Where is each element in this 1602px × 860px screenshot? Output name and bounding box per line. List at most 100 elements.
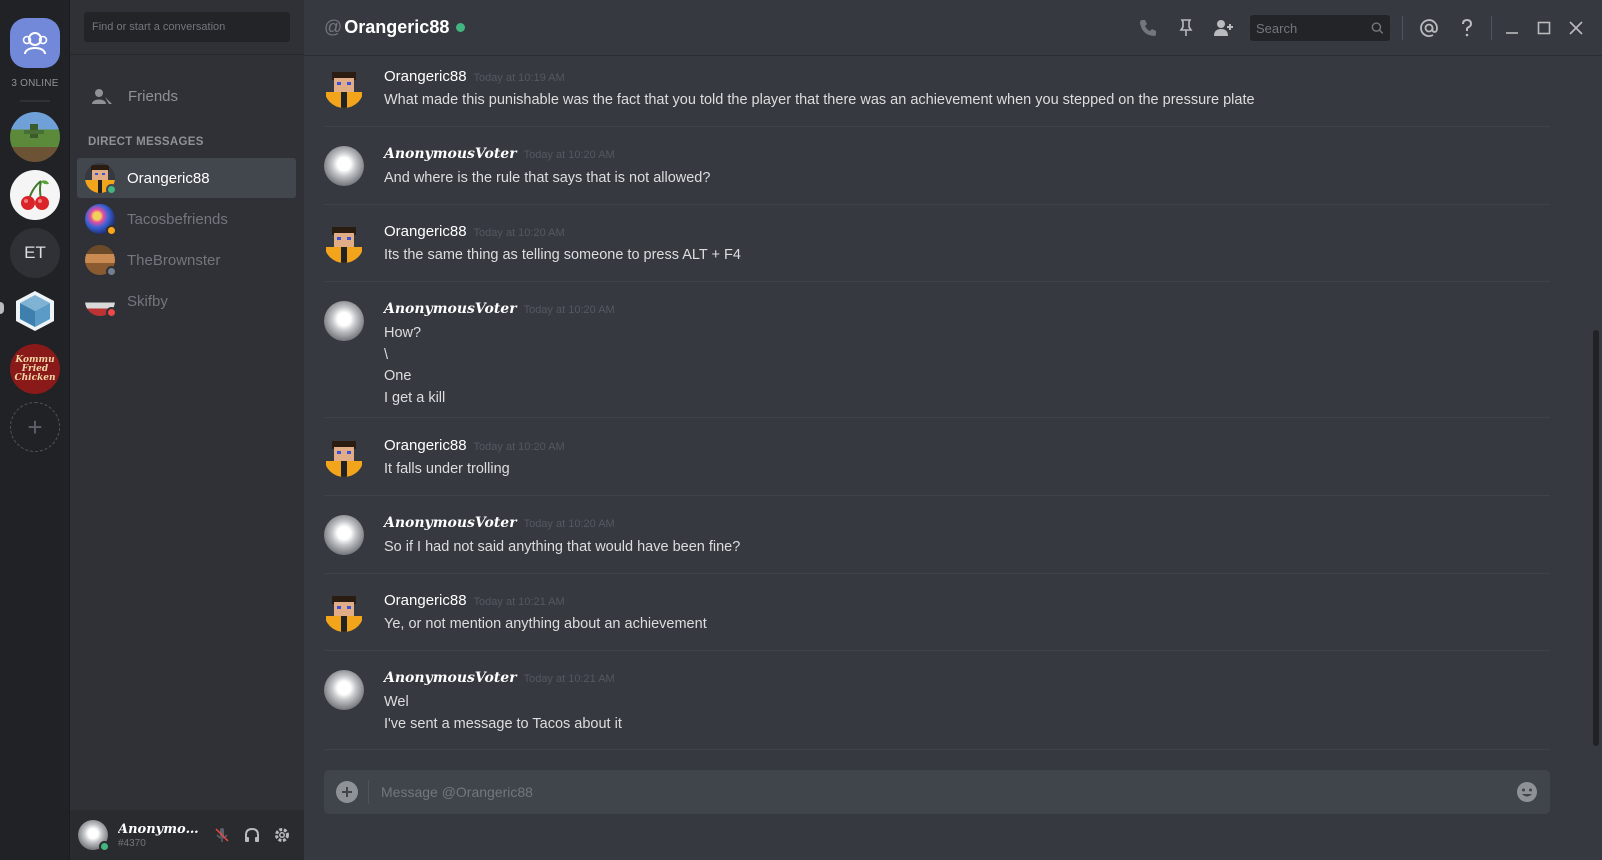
message-text: Wel (384, 694, 409, 710)
pin-icon (1179, 19, 1193, 36)
avatar (85, 245, 117, 277)
message-author[interactable]: Orangeric88 (384, 592, 467, 609)
rail-divider (20, 100, 50, 102)
close-window-button[interactable] (1564, 16, 1588, 40)
status-online-indicator (456, 23, 466, 32)
direct-messages-header: DIRECT MESSAGES (88, 136, 204, 148)
message-content: Its the same thing as telling someone to… (384, 245, 741, 267)
dm-name: Orangeric88 (127, 169, 210, 187)
avatar[interactable] (324, 670, 364, 710)
add-friend-button[interactable] (1212, 16, 1236, 40)
avatar[interactable] (324, 68, 364, 108)
message-group: Orangeric88 Today at 10:21 AM Ye, or not… (324, 580, 1550, 651)
cube-icon (16, 291, 54, 331)
sidebar-divider (70, 54, 304, 55)
plus-circle-icon (342, 787, 352, 797)
maximize-window-button[interactable] (1532, 16, 1556, 40)
message-author[interactable]: Orangeric88 (384, 68, 467, 85)
composer-divider (368, 780, 369, 804)
message-author[interactable]: AnonymousVoter (384, 515, 517, 531)
emoji-picker-button[interactable] (1516, 781, 1538, 803)
status-offline-indicator (106, 266, 117, 277)
message-header: AnonymousVoter Today at 10:20 AM (384, 146, 615, 162)
avatar (85, 286, 117, 318)
dm-item-skifby[interactable]: Skifby (77, 281, 296, 321)
message-timestamp: Today at 10:21 AM (473, 596, 565, 608)
message-author[interactable]: AnonymousVoter (384, 146, 517, 162)
message-text: How? (384, 325, 422, 341)
message-group: AnonymousVoter Today at 10:21 AM Wel I'v… (324, 658, 1550, 750)
friends-icon (92, 89, 112, 104)
mute-button[interactable] (210, 823, 234, 847)
dm-name: TheBrownster (127, 251, 221, 269)
online-count: 3 ONLINE (11, 78, 59, 89)
avatar[interactable] (324, 146, 364, 186)
message-text: And where is the rule that says that is … (384, 170, 711, 186)
message-text: What made this punishable was the fact t… (384, 92, 1255, 108)
at-sign-icon (1420, 19, 1438, 37)
server-kfc[interactable]: Kommu Fried Chicken (10, 344, 60, 394)
server-minecraft[interactable] (10, 112, 60, 162)
message-header: Orangeric88 Today at 10:20 AM (384, 437, 565, 454)
avatar[interactable] (324, 515, 364, 555)
message-header: AnonymousVoter Today at 10:20 AM (384, 515, 615, 531)
message-author[interactable]: Orangeric88 (384, 223, 467, 240)
status-online-indicator (106, 184, 117, 195)
conversation-search-input[interactable] (92, 21, 282, 33)
status-online-indicator (99, 841, 110, 852)
home-button[interactable] (10, 18, 60, 68)
avatar[interactable] (324, 592, 364, 632)
message-author[interactable]: AnonymousVoter (384, 301, 517, 317)
dm-item-tacosbefriends[interactable]: Tacosbefriends (77, 199, 296, 239)
mentions-button[interactable] (1417, 16, 1441, 40)
avatar[interactable] (324, 223, 364, 263)
avatar[interactable] (78, 820, 110, 852)
message-header: Orangeric88 Today at 10:19 AM (384, 68, 565, 85)
friends-nav-item[interactable]: Friends (78, 78, 296, 114)
avatar[interactable] (324, 437, 364, 477)
pinned-messages-button[interactable] (1174, 16, 1198, 40)
dm-sidebar: Friends DIRECT MESSAGES Orangeric88 Taco… (70, 0, 304, 860)
server-cherry[interactable] (10, 170, 60, 220)
status-dnd-indicator (106, 307, 117, 318)
upload-button[interactable] (336, 781, 358, 803)
message-text: It falls under trolling (384, 461, 510, 477)
minimize-window-button[interactable] (1500, 16, 1524, 40)
message-group: Orangeric88 Today at 10:20 AM Its the sa… (324, 211, 1550, 282)
microphone-muted-icon (215, 828, 229, 842)
kfc-logo-line3: Chicken (14, 372, 56, 383)
message-timestamp: Today at 10:20 AM (523, 304, 615, 316)
message-content: How? \ One I get a kill (384, 323, 445, 409)
message-author[interactable]: Orangeric88 (384, 437, 467, 454)
user-info: Anonymou... #4370 (118, 822, 204, 849)
message-group: Orangeric88 Today at 10:19 AM What made … (324, 56, 1550, 127)
call-button[interactable] (1136, 16, 1160, 40)
user-panel: Anonymou... #4370 (70, 810, 304, 860)
message-text: I've sent a message to Tacos about it (384, 715, 622, 732)
search-icon (1372, 22, 1384, 34)
add-server-button[interactable]: + (10, 402, 60, 452)
dm-item-orangeric88[interactable]: Orangeric88 (77, 158, 296, 198)
conversation-search[interactable] (84, 12, 290, 42)
message-text: \ (384, 346, 389, 363)
help-button[interactable] (1455, 16, 1479, 40)
message-text: Its the same thing as telling someone to… (384, 247, 741, 263)
message-input[interactable] (381, 784, 1516, 800)
channel-title: Orangeric88 (344, 17, 450, 37)
avatar[interactable] (324, 301, 364, 341)
message-group: Orangeric88 Today at 10:20 AM It falls u… (324, 425, 1550, 496)
message-author[interactable]: AnonymousVoter (384, 670, 517, 686)
message-scrollbar[interactable] (1593, 330, 1599, 746)
deafen-button[interactable] (240, 823, 264, 847)
user-settings-button[interactable] (270, 823, 294, 847)
dm-item-thebrownster[interactable]: TheBrownster (77, 240, 296, 280)
dm-name: Tacosbefriends (127, 210, 228, 228)
message-timestamp: Today at 10:19 AM (473, 72, 565, 84)
server-cube[interactable] (10, 286, 60, 336)
server-et[interactable]: ET (10, 228, 60, 278)
message-text: I get a kill (384, 389, 446, 406)
message-search[interactable] (1250, 15, 1390, 41)
message-search-input[interactable] (1256, 20, 1372, 36)
user-discriminator: #4370 (118, 837, 146, 849)
server-et-label: ET (24, 243, 46, 262)
